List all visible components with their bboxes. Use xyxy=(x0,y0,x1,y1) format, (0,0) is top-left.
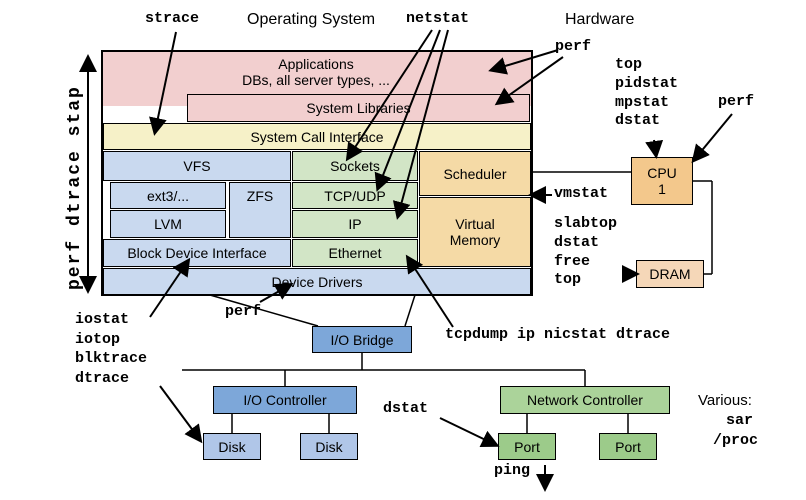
lvm-box: LVM xyxy=(110,210,226,238)
virtual-memory-line1: Virtual xyxy=(455,216,494,232)
dram-label: DRAM xyxy=(649,266,690,282)
device-drivers-label: Device Drivers xyxy=(271,274,362,290)
header-os: Operating System xyxy=(247,11,375,29)
port1-box: Port xyxy=(498,433,556,460)
scheduler-box: Scheduler xyxy=(419,151,531,196)
bdi-box: Block Device Interface xyxy=(103,239,291,267)
applications-line2: DBs, all server types, ... xyxy=(242,72,390,88)
system-libraries-box: System Libraries xyxy=(187,94,530,122)
left-vertical-tools: perf dtrace stap xyxy=(65,85,85,290)
lvm-label: LVM xyxy=(154,216,182,232)
proc-label: /proc xyxy=(713,432,758,449)
port2-box: Port xyxy=(599,433,657,460)
sockets-label: Sockets xyxy=(330,158,380,174)
applications-box: Applications DBs, all server types, ... xyxy=(137,52,495,92)
perf-right-label: perf xyxy=(718,93,754,110)
system-libraries-label: System Libraries xyxy=(306,100,410,116)
ethernet-label: Ethernet xyxy=(329,245,382,261)
netstat-label: netstat xyxy=(406,10,469,27)
port1-label: Port xyxy=(514,439,540,455)
ext3-box: ext3/... xyxy=(110,182,226,209)
perf-top-label: perf xyxy=(555,38,591,55)
device-drivers-box: Device Drivers xyxy=(103,268,531,295)
disk2-label: Disk xyxy=(315,439,342,455)
cpu-box: CPU 1 xyxy=(631,157,693,205)
port2-label: Port xyxy=(615,439,641,455)
top-pidstat-mpstat-dstat-label: top pidstat mpstat dstat xyxy=(615,56,678,131)
various-label: Various: xyxy=(698,392,752,409)
vmstat-label: vmstat xyxy=(554,185,608,202)
vfs-label: VFS xyxy=(183,158,210,174)
bdi-label: Block Device Interface xyxy=(127,245,266,261)
scheduler-label: Scheduler xyxy=(443,166,506,182)
dstat-label: dstat xyxy=(383,400,428,417)
virtual-memory-box: Virtual Memory xyxy=(419,197,531,267)
ip-box: IP xyxy=(292,210,418,238)
network-controller-box: Network Controller xyxy=(500,386,670,414)
cpu-num: 1 xyxy=(658,181,666,197)
tcpudp-label: TCP/UDP xyxy=(324,188,385,204)
iobridge-box: I/O Bridge xyxy=(312,326,412,353)
header-hardware: Hardware xyxy=(565,11,634,29)
network-controller-label: Network Controller xyxy=(527,392,643,408)
iobridge-label: I/O Bridge xyxy=(330,332,393,348)
cpu-label: CPU xyxy=(647,165,677,181)
sockets-box: Sockets xyxy=(292,151,418,181)
applications-line1: Applications xyxy=(278,56,354,72)
ping-label: ping xyxy=(494,462,530,479)
vfs-box: VFS xyxy=(103,151,291,181)
io-controller-label: I/O Controller xyxy=(243,392,326,408)
io-controller-box: I/O Controller xyxy=(213,386,357,414)
disk1-label: Disk xyxy=(218,439,245,455)
tcpudp-box: TCP/UDP xyxy=(292,182,418,209)
sar-label: sar xyxy=(726,412,753,429)
ip-label: IP xyxy=(348,216,361,232)
ext3-label: ext3/... xyxy=(147,188,189,204)
system-call-interface-label: System Call Interface xyxy=(250,129,383,145)
ethernet-box: Ethernet xyxy=(292,239,418,267)
slabtop-lines-label: slabtop dstat free top xyxy=(554,215,617,290)
dram-box: DRAM xyxy=(636,260,704,288)
system-call-interface-box: System Call Interface xyxy=(103,123,531,150)
virtual-memory-line2: Memory xyxy=(450,232,501,248)
disk1-box: Disk xyxy=(203,433,261,460)
iostat-lines-label: iostat iotop blktrace dtrace xyxy=(75,310,147,388)
disk2-box: Disk xyxy=(300,433,358,460)
zfs-box: ZFS xyxy=(229,182,291,238)
strace-label: strace xyxy=(145,10,199,27)
perf-mid-label: perf xyxy=(225,303,261,320)
tcpdump-etc-label: tcpdump ip nicstat dtrace xyxy=(445,326,670,343)
zfs-label: ZFS xyxy=(247,188,273,204)
